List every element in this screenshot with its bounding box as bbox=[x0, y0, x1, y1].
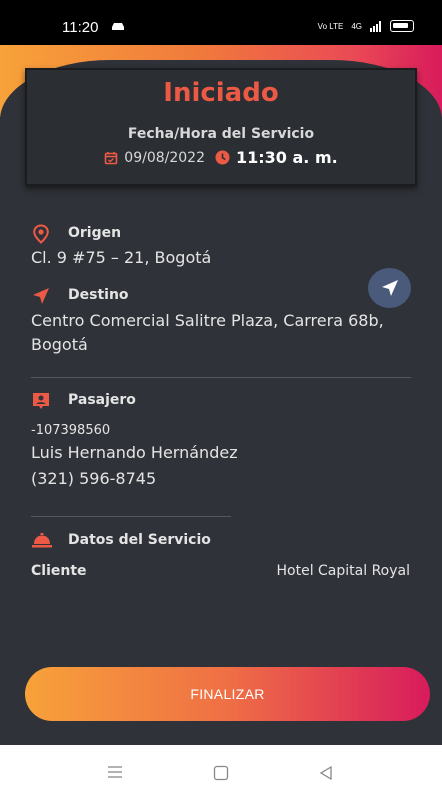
signal-icon bbox=[370, 20, 381, 32]
volte-icon: Vo LTE bbox=[317, 21, 344, 31]
clock-icon bbox=[215, 150, 230, 165]
client-label: Cliente bbox=[31, 563, 87, 579]
navigation-arrow-icon bbox=[381, 280, 398, 296]
network-label: 4G bbox=[351, 21, 362, 31]
status-time: 11:20 bbox=[62, 19, 99, 36]
destination-address-line2: Bogotá bbox=[31, 335, 88, 354]
origin-address: Cl. 9 #75 – 21, Bogotá bbox=[31, 248, 212, 267]
battery-icon bbox=[390, 20, 414, 32]
location-pin-icon bbox=[33, 224, 49, 244]
menu-icon[interactable] bbox=[107, 765, 123, 779]
destination-label: Destino bbox=[68, 287, 129, 303]
status-bar: 11:20 Vo LTE 4G bbox=[0, 0, 442, 45]
service-data-label: Datos del Servicio bbox=[68, 532, 211, 548]
passenger-name: Luis Hernando Hernández bbox=[31, 443, 238, 462]
service-bell-icon bbox=[32, 533, 52, 548]
datetime-label: Fecha/Hora del Servicio bbox=[127, 126, 315, 142]
client-value: Hotel Capital Royal bbox=[276, 563, 411, 579]
destination-address-line1: Centro Comercial Salitre Plaza, Carrera … bbox=[31, 311, 384, 330]
service-status: Iniciado bbox=[163, 78, 279, 108]
navigation-arrow-icon bbox=[33, 288, 49, 304]
system-nav-bar bbox=[0, 745, 442, 800]
calendar-icon bbox=[104, 151, 118, 164]
car-icon bbox=[112, 23, 124, 30]
back-icon[interactable] bbox=[318, 765, 334, 781]
status-icons: Vo LTE 4G bbox=[318, 20, 414, 32]
passenger-phone[interactable]: (321) 596-8745 bbox=[31, 468, 156, 490]
origin-label: Origen bbox=[68, 225, 122, 241]
divider bbox=[31, 377, 411, 378]
datetime-row: 09/08/2022 11:30 a. m. bbox=[27, 148, 415, 167]
service-time: 11:30 a. m. bbox=[236, 148, 338, 167]
divider bbox=[31, 516, 231, 517]
finish-button[interactable]: FINALIZAR bbox=[25, 667, 430, 721]
service-date: 09/08/2022 bbox=[124, 149, 205, 166]
navigate-button[interactable] bbox=[368, 268, 411, 308]
passenger-badge-icon bbox=[33, 393, 49, 409]
passenger-id: -107398560 bbox=[31, 423, 111, 438]
passenger-label: Pasajero bbox=[68, 392, 136, 408]
service-status-card: Iniciado Fecha/Hora del Servicio 09/08/2… bbox=[25, 68, 417, 186]
home-icon[interactable] bbox=[213, 765, 229, 781]
